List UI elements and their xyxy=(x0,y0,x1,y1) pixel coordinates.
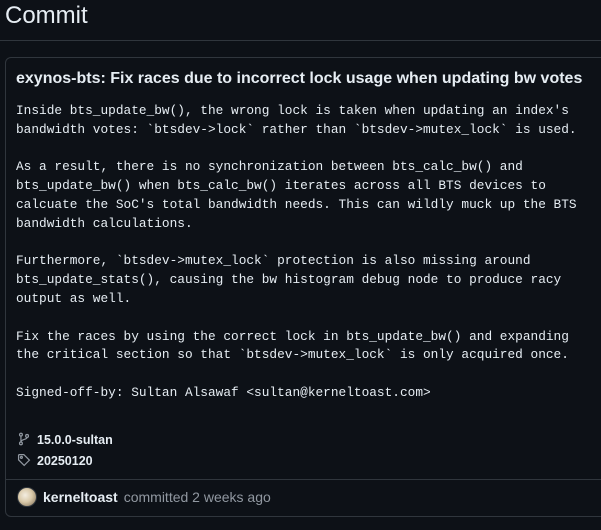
title-divider xyxy=(0,40,601,41)
tag-icon xyxy=(17,453,31,470)
commit-card: exynos-bts: Fix races due to incorrect l… xyxy=(5,57,601,517)
page-title: Commit xyxy=(5,2,88,29)
branch-name: 15.0.0-sultan xyxy=(37,433,113,447)
tag-name: 20250120 xyxy=(37,454,93,468)
git-branch-icon xyxy=(17,432,31,449)
commit-message: Inside bts_update_bw(), the wrong lock i… xyxy=(16,103,577,400)
commit-time: committed 2 weeks ago xyxy=(123,489,271,505)
avatar[interactable] xyxy=(17,487,37,507)
author-row: kerneltoast committed 2 weeks ago xyxy=(17,487,271,507)
tag-link[interactable]: 20250120 xyxy=(17,453,93,469)
author-name[interactable]: kerneltoast xyxy=(43,489,118,505)
branch-link[interactable]: 15.0.0-sultan xyxy=(17,432,113,448)
commit-title: exynos-bts: Fix races due to incorrect l… xyxy=(16,70,583,87)
card-divider xyxy=(6,479,601,480)
